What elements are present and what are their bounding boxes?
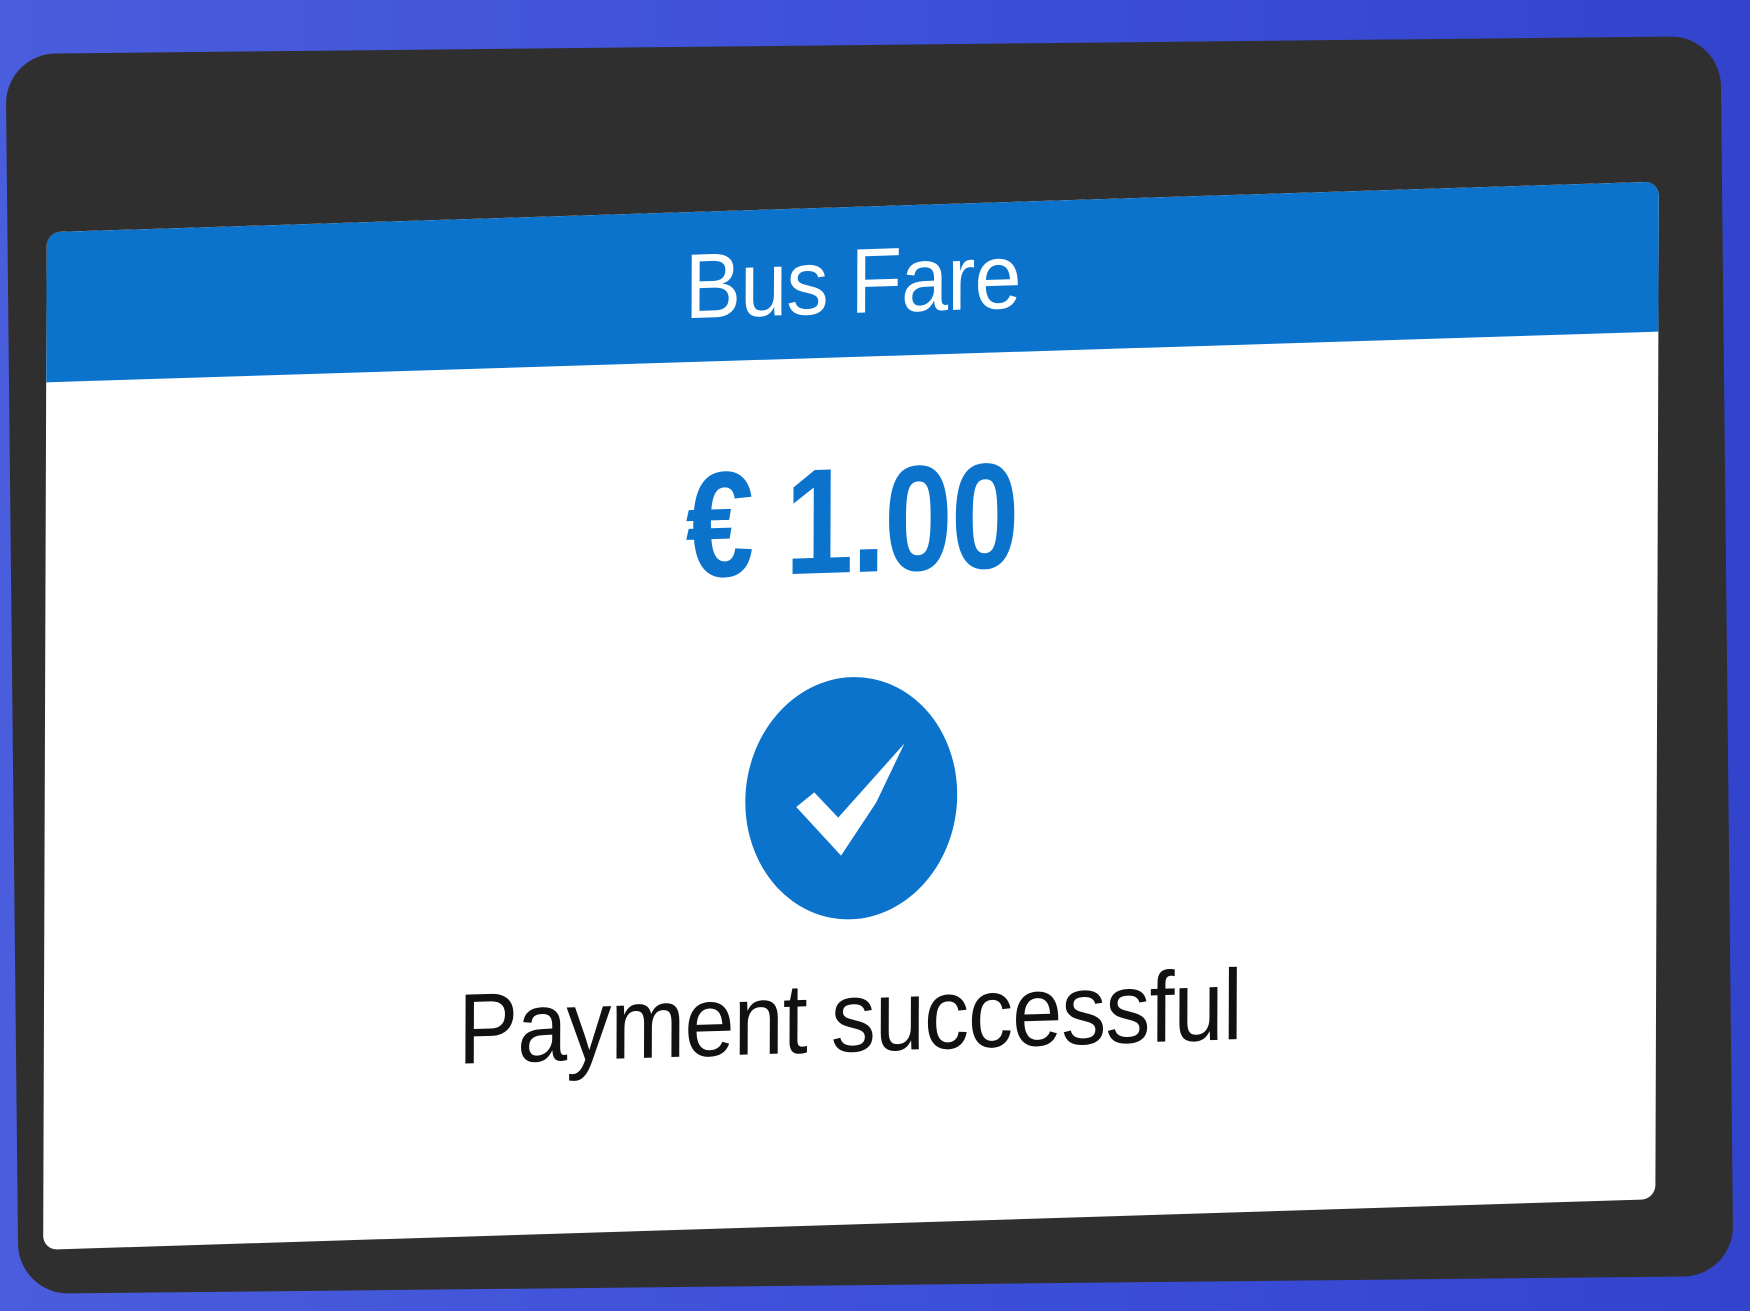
screen-header: Bus Fare	[46, 181, 1659, 383]
terminal-screen: Bus Fare € 1.00 Payment successful	[43, 181, 1659, 1250]
check-circle-icon	[744, 673, 958, 923]
status-icon-wrap	[44, 652, 1657, 945]
checkmark-icon	[795, 743, 904, 856]
payment-terminal: Bus Fare € 1.00 Payment successful	[5, 36, 1734, 1294]
payment-status-text: Payment successful	[457, 949, 1243, 1086]
page-title: Bus Fare	[684, 225, 1021, 338]
fare-amount: € 1.00	[685, 430, 1018, 610]
